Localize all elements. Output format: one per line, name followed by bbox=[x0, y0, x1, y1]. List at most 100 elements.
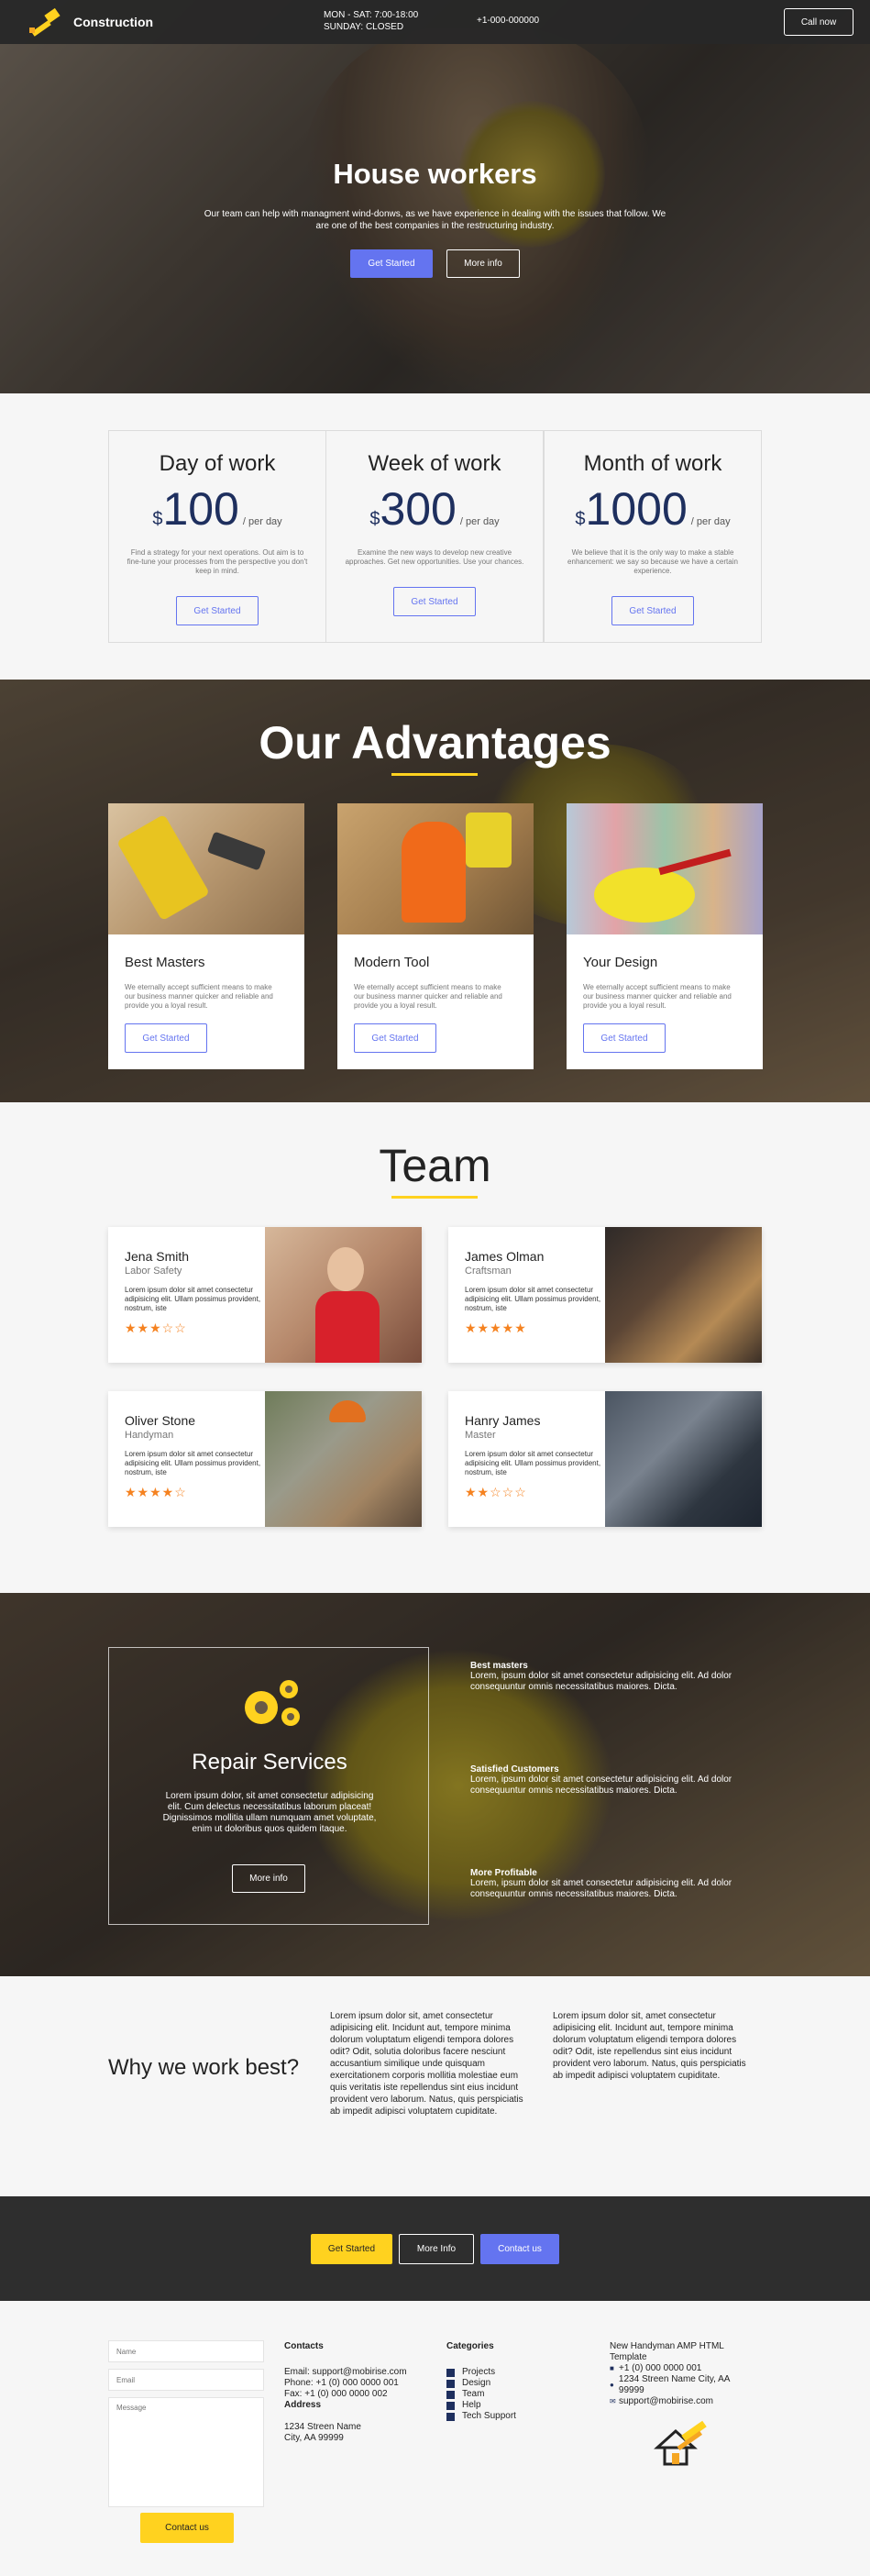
pricing-title: Month of work bbox=[583, 451, 722, 476]
address-heading: Address bbox=[284, 2400, 322, 2410]
call-now-button[interactable]: Call now bbox=[784, 8, 853, 36]
nav-phone[interactable]: +1-000-000000 bbox=[477, 16, 539, 26]
square-bullet-icon bbox=[446, 2412, 455, 2421]
envelope-icon: ✉ bbox=[610, 2397, 616, 2405]
member-name: Hanry James bbox=[465, 1413, 541, 1428]
advantage-get-started-button[interactable]: Get Started bbox=[354, 1023, 436, 1053]
star-rating: ★★★★★ bbox=[465, 1321, 527, 1335]
hero-text: Our team can help with managment wind-do… bbox=[204, 209, 666, 231]
advantage-get-started-button[interactable]: Get Started bbox=[125, 1023, 207, 1053]
category-link[interactable]: Tech Support bbox=[446, 2411, 516, 2422]
about-phone[interactable]: +1 (0) 000 0000 001 bbox=[619, 2363, 701, 2374]
brand-name[interactable]: Construction bbox=[73, 15, 153, 29]
price-amount: 1000 bbox=[585, 483, 688, 535]
repair-text: Lorem ipsum dolor, sit amet consectetur … bbox=[162, 1791, 377, 1834]
advantage-text: We eternally accept sufficient means to … bbox=[125, 983, 273, 1010]
contacts-heading: Contacts bbox=[284, 2341, 324, 2351]
hours-sunday: SUNDAY: CLOSED bbox=[324, 22, 404, 32]
contact-submit-button[interactable]: Contact us bbox=[140, 2513, 234, 2543]
email-field[interactable] bbox=[108, 2369, 264, 2391]
feature-title: Satisfied Customers bbox=[470, 1764, 559, 1774]
feature-text: Lorem, ipsum dolor sit amet consectetur … bbox=[470, 1878, 732, 1899]
pricing-get-started-button[interactable]: Get Started bbox=[611, 596, 694, 625]
star-rating: ★★☆☆☆ bbox=[465, 1485, 527, 1499]
pricing-get-started-button[interactable]: Get Started bbox=[176, 596, 259, 625]
advantages-title: Our Advantages bbox=[259, 717, 611, 768]
price-amount: 100 bbox=[162, 483, 239, 535]
title-underline bbox=[391, 773, 478, 776]
why-section: Why we work best? Lorem ipsum dolor sit,… bbox=[0, 1976, 870, 2196]
team-section: Team Jena Smith Labor Safety Lorem ipsum… bbox=[0, 1102, 870, 1593]
member-role: Craftsman bbox=[465, 1266, 512, 1277]
pricing-title: Day of work bbox=[159, 451, 276, 476]
cta-get-started-button[interactable]: Get Started bbox=[311, 2234, 392, 2264]
advantage-text: We eternally accept sufficient means to … bbox=[354, 983, 502, 1010]
repair-more-info-button[interactable]: More info bbox=[232, 1864, 305, 1893]
address-line2: City, AA 99999 bbox=[284, 2433, 344, 2443]
footer-about: New Handyman AMP HTML Template ■ +1 (0) 0… bbox=[610, 2341, 756, 2473]
contact-phone[interactable]: Phone: +1 (0) 000 0000 001 bbox=[284, 2378, 407, 2389]
member-bio: Lorem ipsum dolor sit amet consectetur a… bbox=[125, 1450, 261, 1476]
category-link[interactable]: Design bbox=[446, 2378, 516, 2389]
team-card: Oliver Stone Handyman Lorem ipsum dolor … bbox=[108, 1391, 422, 1527]
square-bullet-icon bbox=[446, 2368, 455, 2377]
advantage-card-tool: Modern Tool We eternally accept sufficie… bbox=[337, 803, 534, 1069]
hero-title: House workers bbox=[333, 158, 537, 190]
message-field[interactable] bbox=[108, 2397, 264, 2507]
map-pin-icon: ● bbox=[610, 2381, 614, 2389]
member-photo bbox=[265, 1227, 422, 1363]
hero-more-info-button[interactable]: More info bbox=[446, 249, 520, 278]
category-link[interactable]: Projects bbox=[446, 2367, 516, 2378]
feature-item: More Profitable Lorem, ipsum dolor sit a… bbox=[470, 1868, 764, 1900]
phone-icon: ■ bbox=[610, 2364, 614, 2372]
footer-categories: Categories Projects Design Team Help Tec… bbox=[446, 2341, 516, 2422]
pricing-card-month: Month of work $ 1000 / per day We believ… bbox=[544, 430, 762, 643]
member-name: Jena Smith bbox=[125, 1249, 190, 1264]
star-rating: ★★★☆☆ bbox=[125, 1321, 187, 1335]
advantage-title: Modern Tool bbox=[354, 955, 430, 970]
feature-text: Lorem, ipsum dolor sit amet consectetur … bbox=[470, 1671, 732, 1692]
gears-icon bbox=[245, 1680, 300, 1726]
pricing-card-week: Week of work $ 300 / per day Examine the… bbox=[325, 430, 544, 643]
team-title: Team bbox=[379, 1140, 491, 1191]
cta-contact-button[interactable]: Contact us bbox=[480, 2234, 559, 2264]
member-name: James Olman bbox=[465, 1249, 545, 1264]
advantage-text: We eternally accept sufficient means to … bbox=[583, 983, 732, 1010]
advantage-card-design: Your Design We eternally accept sufficie… bbox=[567, 803, 763, 1069]
pricing-text: Find a strategy for your next operations… bbox=[127, 548, 308, 575]
hero-section: House workers Our team can help with man… bbox=[0, 0, 870, 393]
feature-text: Lorem, ipsum dolor sit amet consectetur … bbox=[470, 1774, 732, 1796]
feature-title: Best masters bbox=[470, 1661, 528, 1671]
team-card: Jena Smith Labor Safety Lorem ipsum dolo… bbox=[108, 1227, 422, 1363]
footer-contacts: Contacts Email: support@mobirise.com Pho… bbox=[284, 2341, 407, 2444]
member-role: Master bbox=[465, 1430, 496, 1441]
advantage-title: Best Masters bbox=[125, 955, 205, 970]
pricing-section: Day of work $ 100 / per day Find a strat… bbox=[0, 393, 870, 680]
pricing-card-day: Day of work $ 100 / per day Find a strat… bbox=[108, 430, 326, 643]
member-name: Oliver Stone bbox=[125, 1413, 196, 1428]
about-address: 1234 Streen Name City, AA 99999 bbox=[618, 2374, 730, 2395]
contact-email[interactable]: Email: support@mobirise.com bbox=[284, 2367, 407, 2378]
member-photo bbox=[605, 1227, 762, 1363]
pricing-title: Week of work bbox=[368, 451, 501, 476]
advantage-get-started-button[interactable]: Get Started bbox=[583, 1023, 666, 1053]
star-rating: ★★★★☆ bbox=[125, 1485, 187, 1499]
team-card: James Olman Craftsman Lorem ipsum dolor … bbox=[448, 1227, 762, 1363]
about-email[interactable]: support@mobirise.com bbox=[619, 2396, 713, 2407]
hero-get-started-button[interactable]: Get Started bbox=[350, 249, 433, 278]
pricing-text: We believe that it is the only way to ma… bbox=[567, 548, 738, 575]
member-role: Handyman bbox=[125, 1430, 174, 1441]
member-bio: Lorem ipsum dolor sit amet consectetur a… bbox=[125, 1286, 261, 1312]
footer: Contact us Contacts Email: support@mobir… bbox=[0, 2301, 870, 2576]
name-field[interactable] bbox=[108, 2340, 264, 2362]
pricing-get-started-button[interactable]: Get Started bbox=[393, 587, 476, 616]
pricing-text: Examine the new ways to develop new crea… bbox=[345, 548, 524, 566]
cta-more-info-button[interactable]: More Info bbox=[399, 2234, 474, 2264]
opening-hours: MON - SAT: 7:00-18:00 SUNDAY: CLOSED bbox=[324, 9, 418, 33]
square-bullet-icon bbox=[446, 2401, 455, 2410]
advantages-section: Our Advantages Best Masters We eternally… bbox=[0, 680, 870, 1102]
top-navbar: Construction MON - SAT: 7:00-18:00 SUNDA… bbox=[0, 0, 870, 44]
category-link[interactable]: Team bbox=[446, 2389, 516, 2400]
category-link[interactable]: Help bbox=[446, 2400, 516, 2411]
hammer-logo-icon[interactable] bbox=[28, 7, 64, 37]
